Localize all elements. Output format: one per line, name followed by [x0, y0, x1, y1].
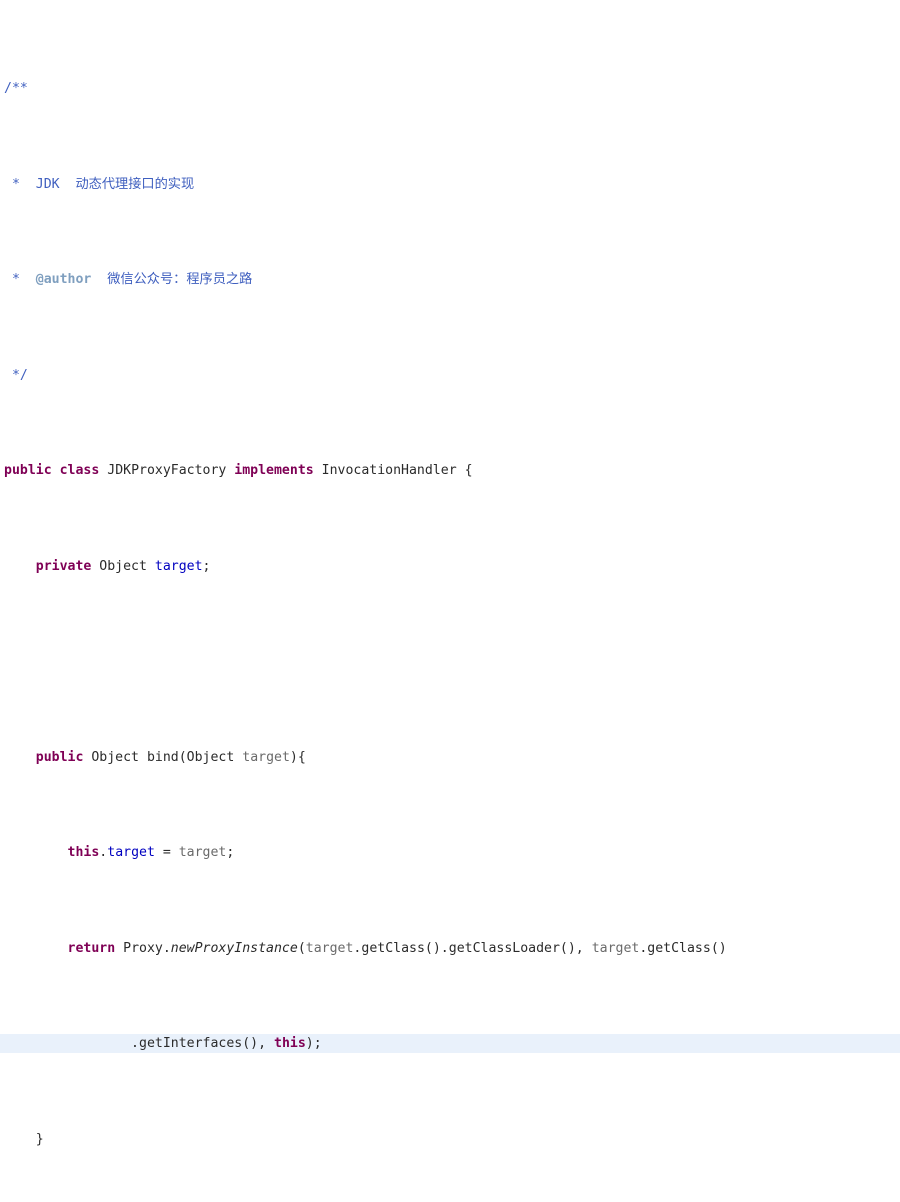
brace-open: { [297, 749, 306, 765]
static-method-newproxyinstance: newProxyInstance [170, 940, 298, 956]
keyword-this: this [274, 1036, 306, 1052]
paren-close: ) [289, 749, 298, 765]
javadoc-star: * [4, 176, 20, 192]
method-getclassloader: getClassLoader [448, 940, 560, 956]
code-line-current: .getInterfaces(), this); [0, 1034, 900, 1054]
keyword-public: public [35, 749, 84, 765]
empty-parens: () [559, 940, 576, 956]
keyword-return: return [67, 940, 116, 956]
keyword-implements: implements [234, 463, 314, 479]
dot: . [440, 940, 449, 956]
class-name-jdkproxyfactory: JDKProxyFactory [107, 463, 227, 479]
method-getclass: getClass [647, 940, 711, 956]
dot: . [639, 940, 648, 956]
keyword-public: public [4, 463, 52, 479]
code-line: public Object bind(Object target){ [0, 748, 900, 767]
keyword-this: this [67, 845, 100, 861]
code-editor-canvas[interactable]: /** * JDK 动态代理接口的实现 * @author 微信公众号：程序员之… [0, 0, 900, 1147]
code-line: * @author 微信公众号：程序员之路 [0, 270, 900, 289]
javadoc-author-value: 微信公众号：程序员之路 [91, 272, 253, 288]
param-target: target [242, 749, 290, 765]
keyword-private: private [35, 558, 92, 574]
blank [4, 654, 12, 669]
comma: , [575, 940, 592, 956]
dot: . [131, 1036, 139, 1052]
code-line: return Proxy.newProxyInstance(target.get… [0, 939, 900, 958]
empty-parens: () [424, 940, 441, 956]
param-target: target [591, 940, 640, 956]
method-getclass: getClass [361, 940, 425, 956]
code-line: } [0, 1130, 900, 1149]
param-target: target [178, 845, 227, 861]
semicolon: ; [313, 1036, 322, 1052]
field-target: target [154, 558, 203, 574]
dot: . [99, 845, 108, 861]
paren-open: ( [297, 940, 306, 956]
code-line: * JDK 动态代理接口的实现 [0, 175, 900, 194]
brace-open: { [464, 463, 473, 479]
javadoc-star: * [4, 272, 20, 288]
code-line: /** [0, 79, 900, 98]
semicolon: ; [226, 845, 235, 861]
class-proxy: Proxy [123, 940, 163, 956]
code-line-blank [0, 652, 900, 671]
equals: = [154, 845, 179, 861]
type-object: Object [99, 558, 147, 574]
empty-parens: () [242, 1036, 259, 1052]
javadoc-text-jdk: JDK 动态代理接口的实现 [19, 176, 195, 192]
interface-name-invocationhandler: InvocationHandler [321, 463, 457, 479]
brace-close: } [35, 1131, 44, 1147]
field-target: target [107, 845, 155, 861]
method-bind: bind [146, 749, 179, 765]
empty-parens: () [710, 940, 727, 956]
paren-open: ( [178, 749, 187, 765]
paren-close: ) [305, 1036, 314, 1052]
method-getinterfaces: getInterfaces [139, 1036, 243, 1052]
source-code-text[interactable]: /** * JDK 动态代理接口的实现 * @author 微信公众号：程序员之… [0, 3, 900, 1202]
semicolon: ; [202, 558, 211, 574]
javadoc-tag-author: @author [35, 272, 92, 288]
type-object: Object [186, 749, 235, 765]
javadoc-close: */ [4, 367, 28, 383]
comma: , [258, 1036, 274, 1052]
dot: . [162, 940, 171, 956]
param-target: target [305, 940, 354, 956]
code-line: */ [0, 366, 900, 385]
code-line: public class JDKProxyFactory implements … [0, 461, 900, 480]
type-object: Object [91, 749, 139, 765]
javadoc-open: /** [4, 81, 28, 97]
code-line: this.target = target; [0, 843, 900, 862]
keyword-class: class [59, 463, 100, 479]
code-line: private Object target; [0, 557, 900, 576]
dot: . [353, 940, 362, 956]
